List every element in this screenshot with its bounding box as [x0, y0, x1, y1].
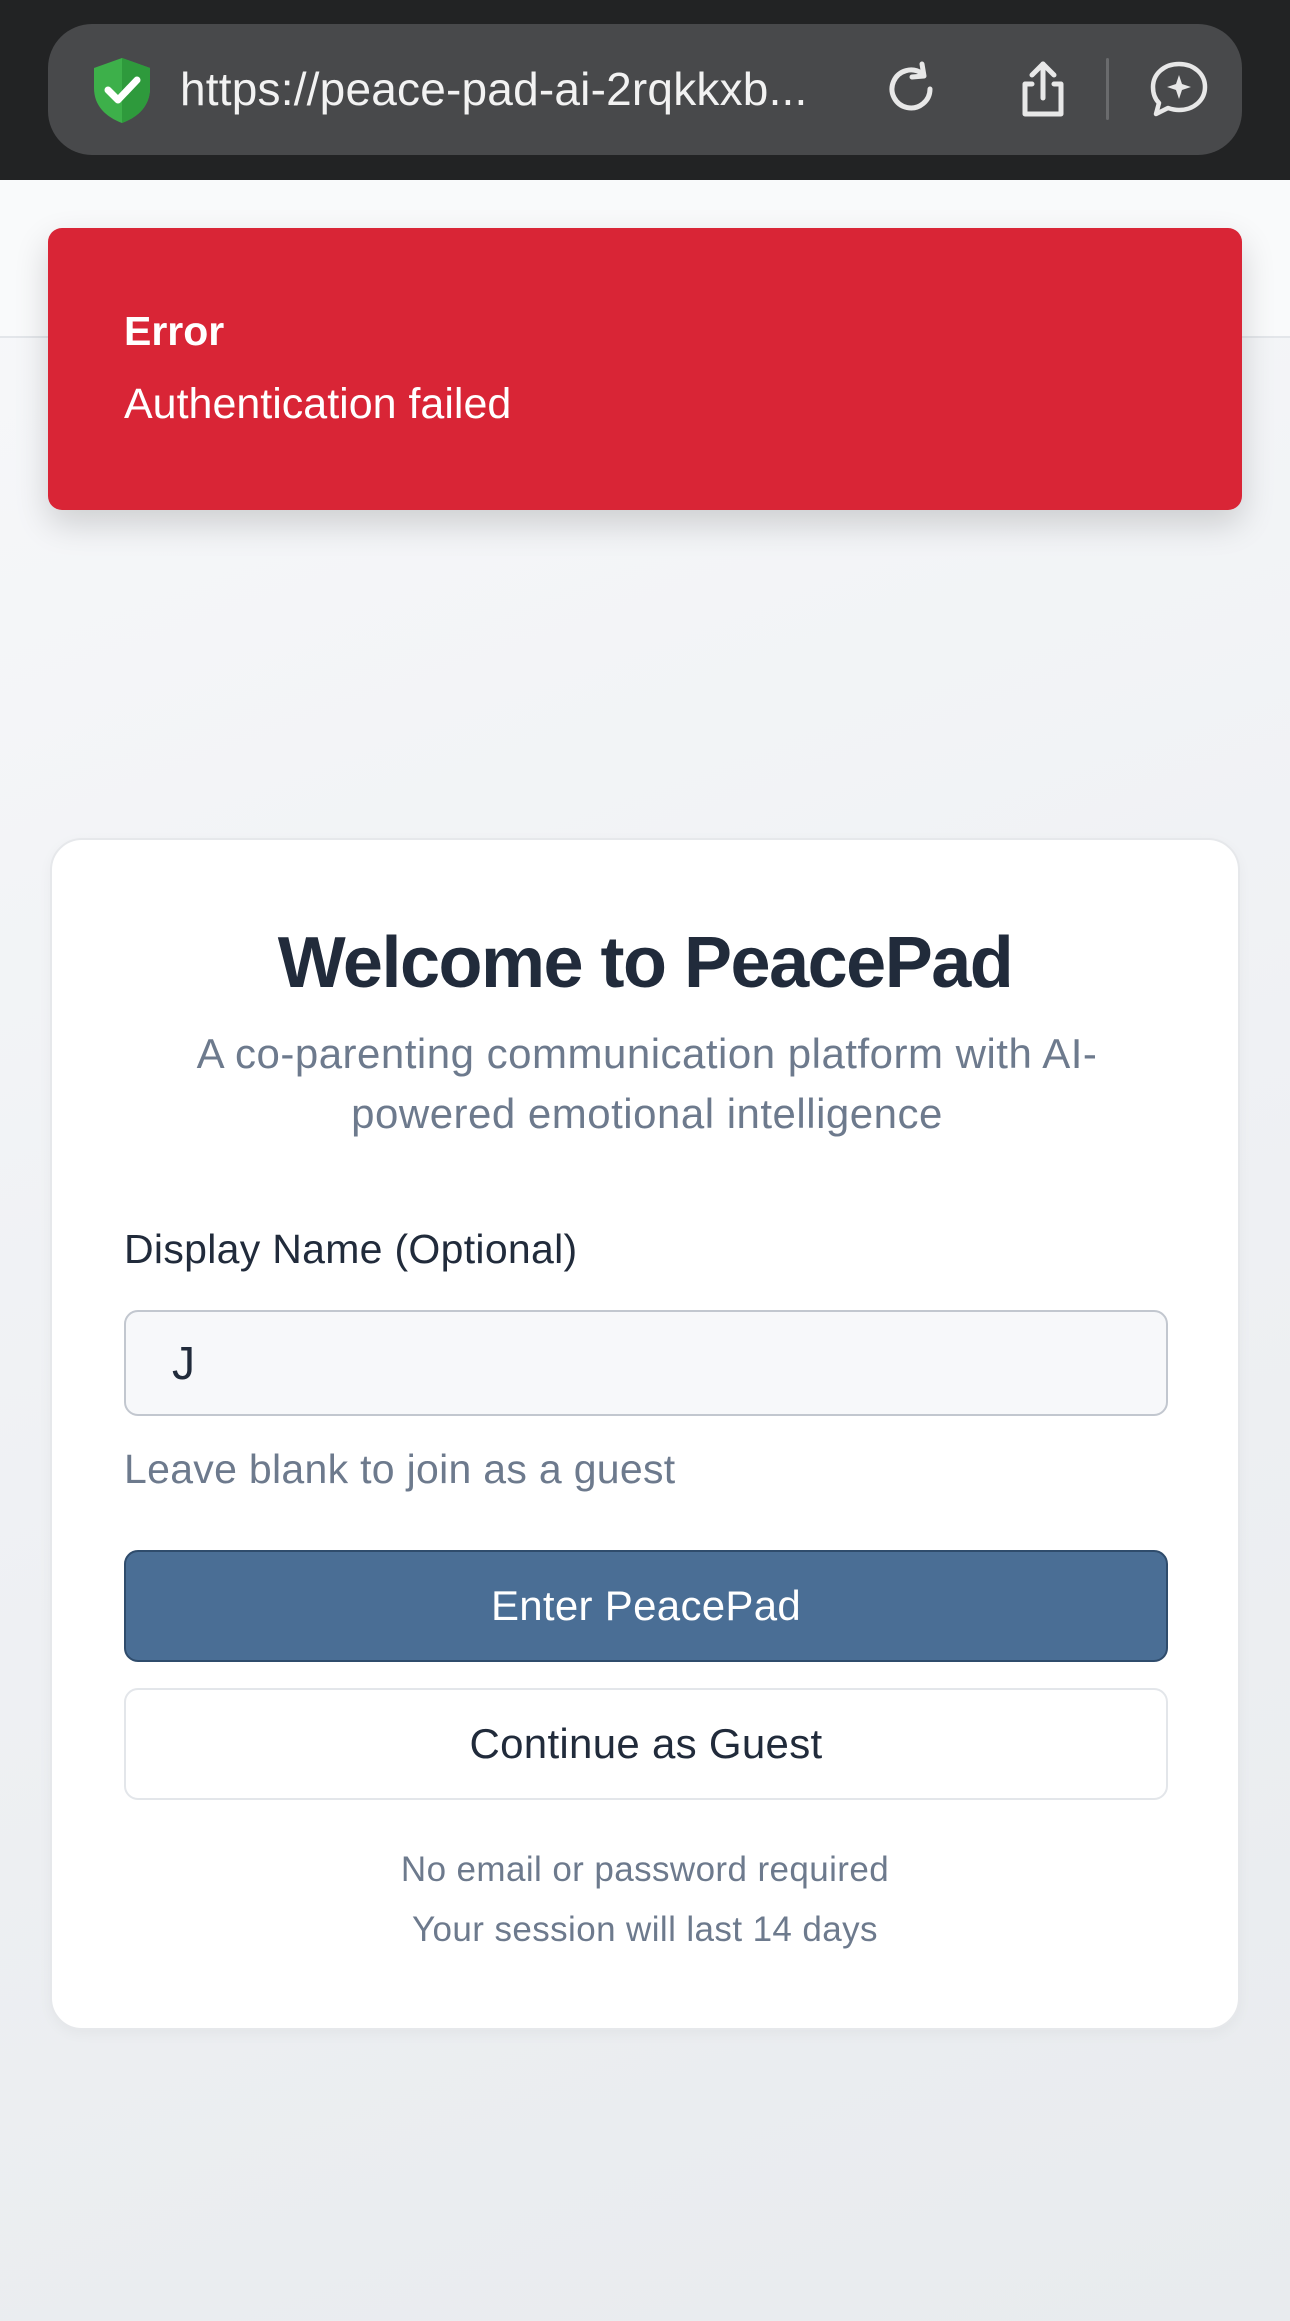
enter-button[interactable]: Enter PeacePad — [124, 1550, 1168, 1662]
page-subtitle: A co-parenting communication platform wi… — [196, 1030, 1098, 1137]
address-bar[interactable]: https://peace-pad-ai-2rqkkxb... — [48, 24, 1242, 155]
display-name-input[interactable] — [124, 1310, 1168, 1416]
display-name-hint: Leave blank to join as a guest — [124, 1446, 676, 1492]
assistant-sparkle-icon[interactable] — [1146, 56, 1212, 122]
shield-check-icon — [94, 58, 150, 123]
error-toast[interactable]: Error Authentication failed — [48, 228, 1242, 510]
share-icon[interactable] — [1010, 56, 1076, 122]
toolbar-divider — [1106, 58, 1109, 120]
reload-icon[interactable] — [878, 56, 944, 122]
footnote-no-password: No email or password required — [400, 1850, 890, 1889]
toast-title: Error — [124, 308, 225, 354]
url-text[interactable]: https://peace-pad-ai-2rqkkxb... — [180, 62, 900, 116]
browser-toolbar: https://peace-pad-ai-2rqkkxb... — [0, 0, 1290, 180]
display-name-label: Display Name (Optional) — [124, 1226, 578, 1272]
page-title: Welcome to PeacePad — [277, 923, 1014, 1003]
footnote-session-length: Your session will last 14 days — [412, 1910, 878, 1949]
welcome-card: Welcome to PeacePad A co-parenting commu… — [50, 838, 1240, 2030]
continue-as-guest-button[interactable]: Continue as Guest — [124, 1688, 1168, 1800]
toast-message: Authentication failed — [124, 380, 512, 428]
